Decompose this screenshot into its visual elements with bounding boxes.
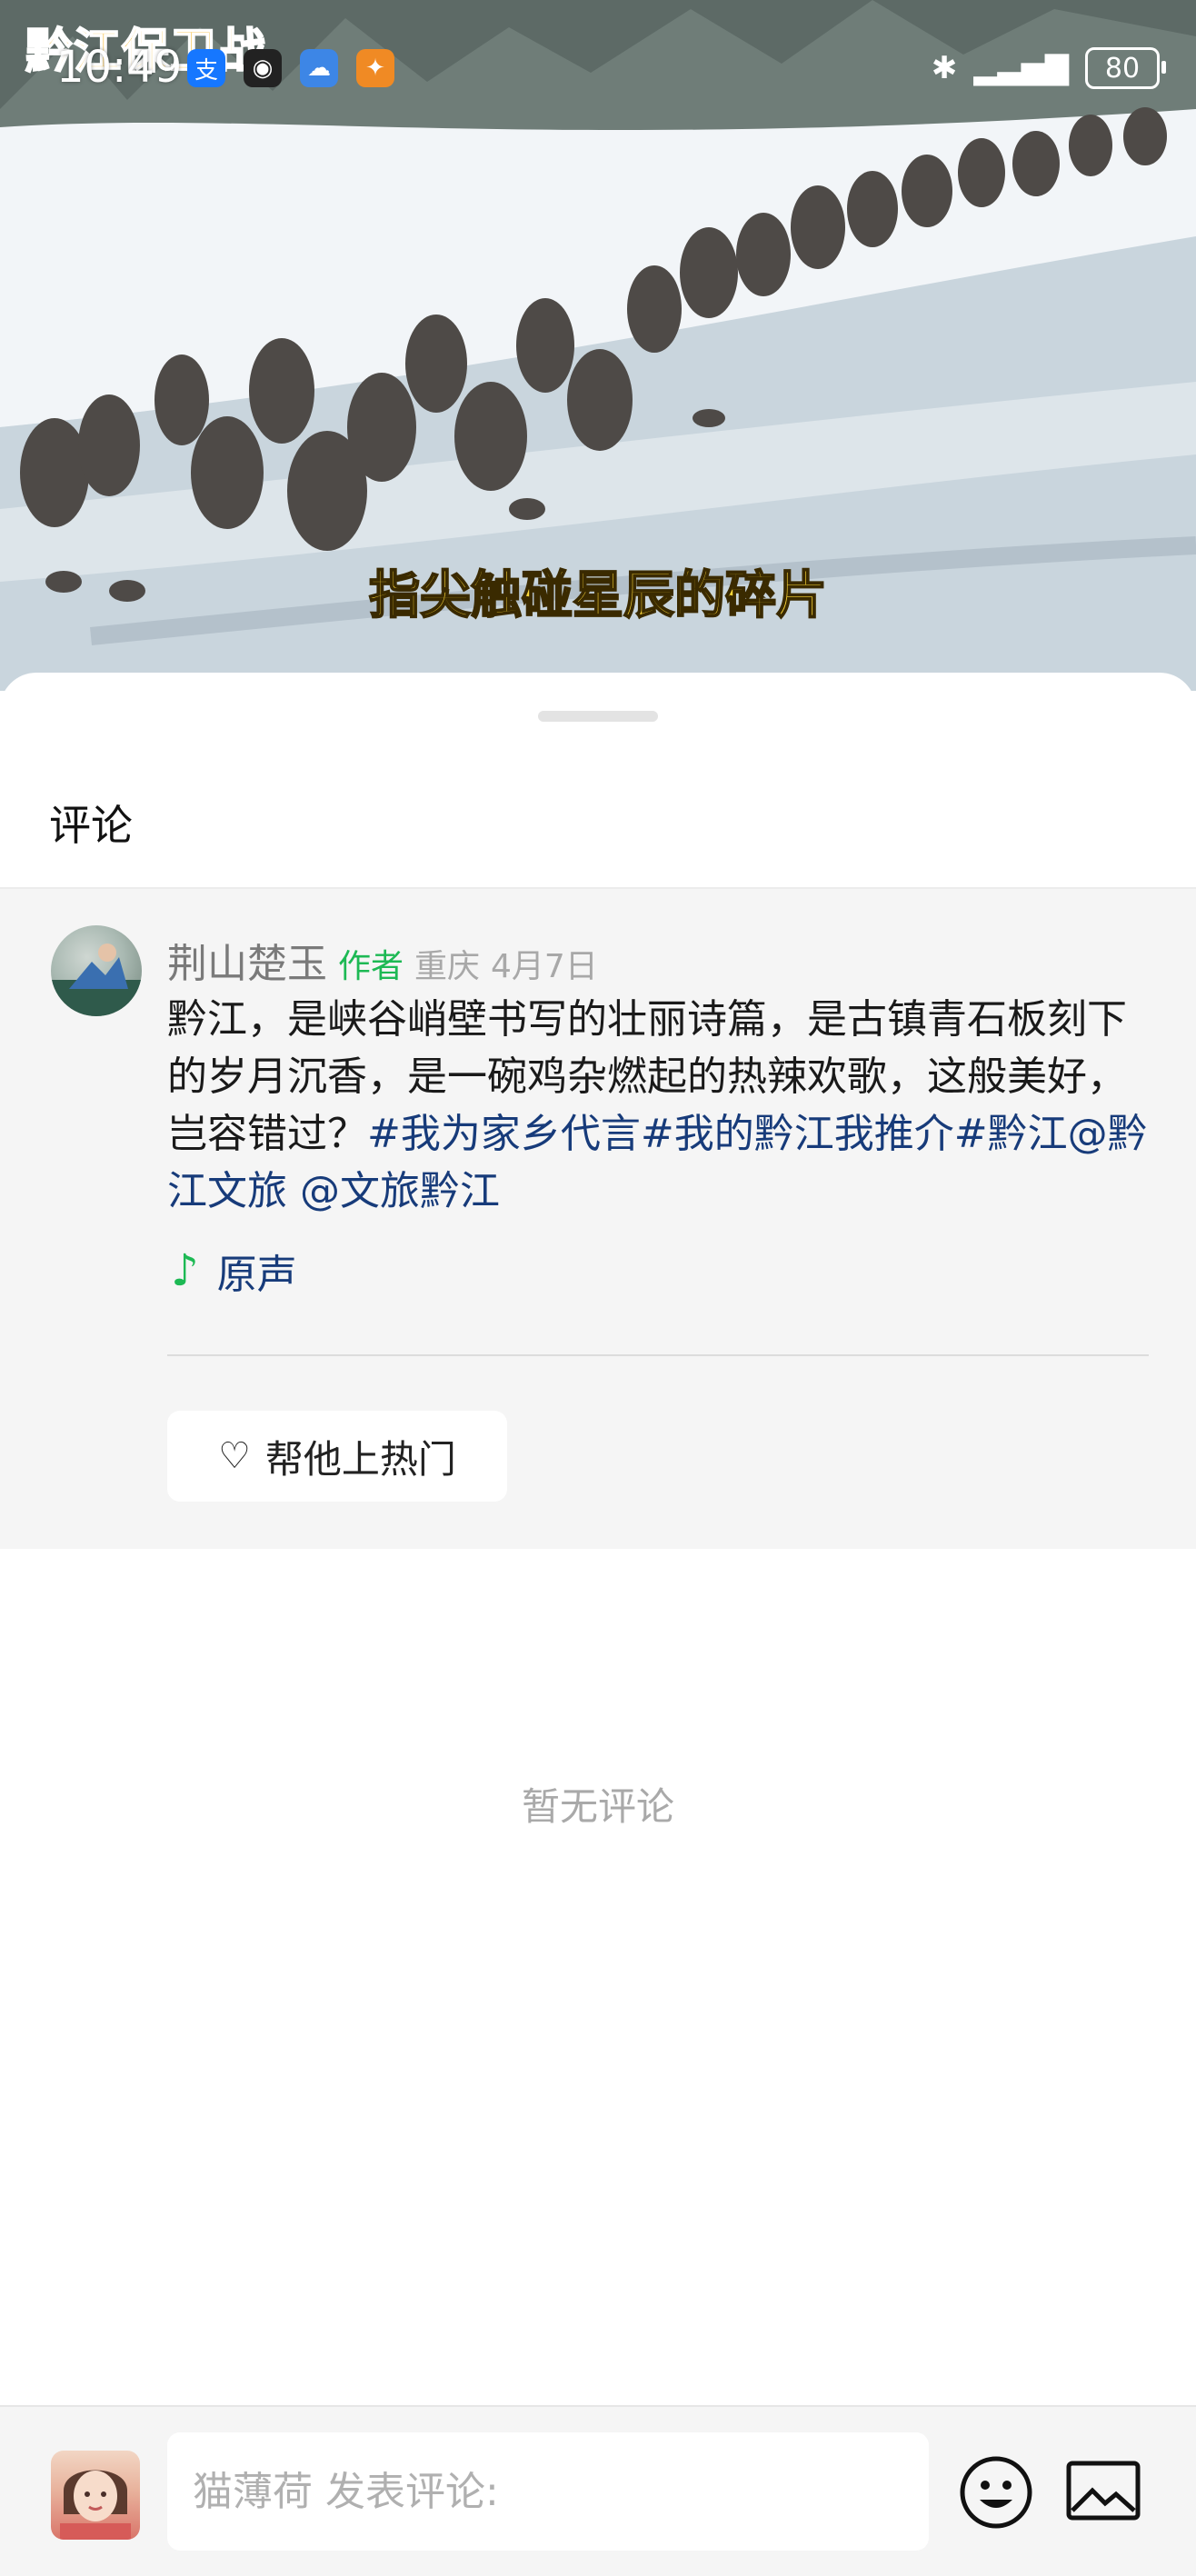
image-button[interactable] <box>1065 2458 1141 2527</box>
avatar-image <box>51 944 142 1016</box>
comment-input-bar <box>0 2405 1196 2576</box>
music-link[interactable]: ♪ 原声 <box>171 1242 297 1300</box>
author-badge: 作者 <box>338 948 404 985</box>
comment-input[interactable] <box>167 2432 929 2551</box>
author-name[interactable]: 荆山楚玉 <box>167 931 327 989</box>
author-avatar[interactable] <box>51 925 142 1016</box>
author-location: 重庆 <box>414 948 481 985</box>
qq-icon: ◉ <box>244 49 282 87</box>
emoji-icon <box>960 2456 1032 2529</box>
status-bar: 黔江保卫战 10:49 支 ◉ ☁ ✦ ✱ ▂▃▅▇ 80 <box>0 0 1196 145</box>
alipay-icon: 支 <box>187 49 225 87</box>
divider <box>167 1354 1149 1356</box>
user-avatar-image <box>60 2470 131 2540</box>
video-subtitle: 指尖触碰星辰的碎片 <box>368 565 828 626</box>
boost-label: 帮他上热门 <box>264 1436 456 1482</box>
video-player[interactable]: 黔江保卫战 10:49 支 ◉ ☁ ✦ ✱ ▂▃▅▇ 80 指尖触碰星辰的碎片 <box>0 0 1196 691</box>
emoji-button[interactable] <box>958 2454 1034 2531</box>
cloud-icon: ☁ <box>300 49 338 87</box>
image-icon <box>1066 2461 1141 2521</box>
post-date: 4月7日 <box>491 948 598 985</box>
status-time: 10:49 <box>56 42 183 93</box>
empty-comments-text: 暂无评论 <box>521 1784 674 1829</box>
sheet-drag-handle[interactable] <box>538 711 658 722</box>
sheet-title: 评论 <box>49 801 133 850</box>
music-note-icon: ♪ <box>171 1245 199 1296</box>
comment-sheet: 评论 荆山楚玉 作者 重庆 4月7日 黔江，是峡谷峭壁书写的壮丽诗篇，是古镇青石… <box>0 673 1196 2574</box>
battery-level: 80 <box>1104 52 1141 85</box>
battery-icon: 80 <box>1085 47 1166 89</box>
boost-button[interactable]: ♡ 帮他上热门 <box>167 1411 507 1502</box>
app-icon: ✦ <box>356 49 394 87</box>
signal-icon: ▂▃▅▇ <box>973 50 1069 86</box>
author-line: 荆山楚玉 作者 重庆 4月7日 <box>167 931 598 989</box>
bluetooth-icon: ✱ <box>931 50 958 86</box>
user-avatar[interactable] <box>51 2451 140 2540</box>
heart-hands-icon: ♡ <box>218 1435 251 1477</box>
author-post: 荆山楚玉 作者 重庆 4月7日 黔江，是峡谷峭壁书写的壮丽诗篇，是古镇青石板刻下… <box>0 889 1196 1549</box>
status-right: ✱ ▂▃▅▇ 80 <box>931 47 1166 89</box>
music-label: 原声 <box>216 1252 297 1298</box>
post-text: 黔江，是峡谷峭壁书写的壮丽诗篇，是古镇青石板刻下的岁月沉香，是一碗鸡杂燃起的热辣… <box>167 991 1149 1220</box>
